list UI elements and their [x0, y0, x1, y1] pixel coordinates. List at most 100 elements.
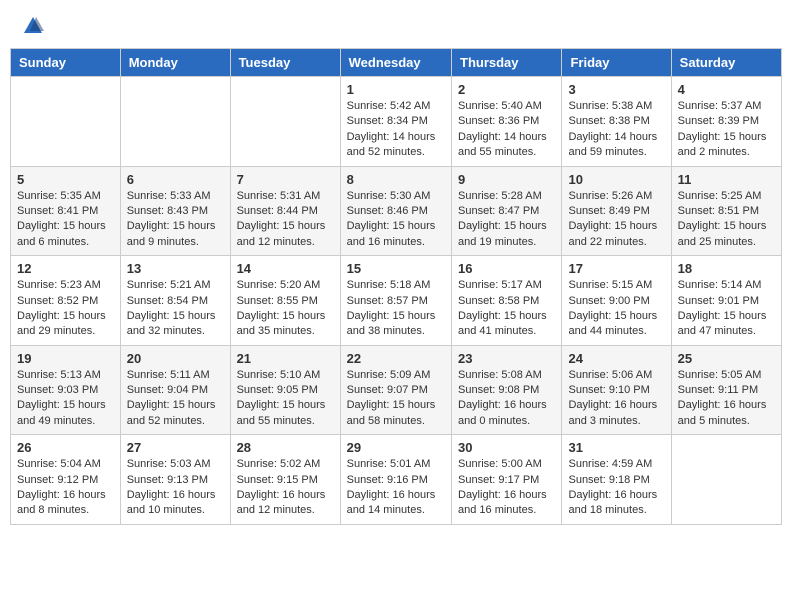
weekday-header-sunday: Sunday [11, 49, 121, 77]
day-number: 3 [568, 82, 664, 97]
day-info: Sunrise: 5:20 AMSunset: 8:55 PMDaylight:… [237, 278, 334, 340]
day-cell: 10 Sunrise: 5:26 AMSunset: 8:49 PMDayligh… [562, 166, 671, 256]
day-number: 25 [678, 351, 775, 366]
day-info: Sunrise: 5:26 AMSunset: 8:49 PMDaylight:… [568, 189, 664, 251]
day-info: Sunrise: 5:05 AMSunset: 9:11 PMDaylight:… [678, 368, 775, 430]
day-number: 28 [237, 440, 334, 455]
day-number: 18 [678, 261, 775, 276]
day-info: Sunrise: 5:11 AMSunset: 9:04 PMDaylight:… [127, 368, 224, 430]
day-number: 19 [17, 351, 114, 366]
day-cell: 27Sunrise: 5:03 AMSunset: 9:13 PMDayligh… [120, 435, 230, 525]
day-info: Sunrise: 5:28 AMSunset: 8:47 PMDaylight:… [458, 189, 555, 251]
day-number: 8 [347, 172, 445, 187]
day-number: 27 [127, 440, 224, 455]
day-cell [230, 77, 340, 167]
logo-icon [22, 15, 44, 37]
day-info: Sunrise: 5:18 AMSunset: 8:57 PMDaylight:… [347, 278, 445, 340]
week-row-3: 12Sunrise: 5:23 AMSunset: 8:52 PMDayligh… [11, 256, 782, 346]
day-number: 23 [458, 351, 555, 366]
day-number: 11 [678, 172, 775, 187]
day-info: Sunrise: 5:06 AMSunset: 9:10 PMDaylight:… [568, 368, 664, 430]
day-info: Sunrise: 5:02 AMSunset: 9:15 PMDaylight:… [237, 457, 334, 519]
day-info: Sunrise: 5:13 AMSunset: 9:03 PMDaylight:… [17, 368, 114, 430]
day-cell: 28 Sunrise: 5:02 AMSunset: 9:15 PMDayligh… [230, 435, 340, 525]
week-row-5: 26 Sunrise: 5:04 AMSunset: 9:12 PMDayligh… [11, 435, 782, 525]
day-cell: 11 Sunrise: 5:25 AMSunset: 8:51 PMDayligh… [671, 166, 781, 256]
page-header [10, 10, 782, 38]
logo [20, 15, 44, 33]
day-number: 14 [237, 261, 334, 276]
weekday-header-tuesday: Tuesday [230, 49, 340, 77]
day-cell: 6 Sunrise: 5:33 AMSunset: 8:43 PMDaylight… [120, 166, 230, 256]
week-row-1: 1 Sunrise: 5:42 AMSunset: 8:34 PMDaylight… [11, 77, 782, 167]
day-info: Sunrise: 5:40 AMSunset: 8:36 PMDaylight:… [458, 99, 555, 161]
day-cell: 26 Sunrise: 5:04 AMSunset: 9:12 PMDayligh… [11, 435, 121, 525]
weekday-header-friday: Friday [562, 49, 671, 77]
day-cell: 15 Sunrise: 5:18 AMSunset: 8:57 PMDayligh… [340, 256, 451, 346]
day-cell: 9 Sunrise: 5:28 AMSunset: 8:47 PMDaylight… [452, 166, 562, 256]
day-number: 31 [568, 440, 664, 455]
day-number: 17 [568, 261, 664, 276]
day-info: Sunrise: 5:21 AMSunset: 8:54 PMDaylight:… [127, 278, 224, 340]
day-cell: 23Sunrise: 5:08 AMSunset: 9:08 PMDayligh… [452, 345, 562, 435]
week-row-4: 19 Sunrise: 5:13 AMSunset: 9:03 PMDayligh… [11, 345, 782, 435]
day-info: Sunrise: 5:37 AMSunset: 8:39 PMDaylight:… [678, 99, 775, 161]
day-cell [11, 77, 121, 167]
weekday-header-wednesday: Wednesday [340, 49, 451, 77]
day-cell: 19 Sunrise: 5:13 AMSunset: 9:03 PMDayligh… [11, 345, 121, 435]
day-info: Sunrise: 5:04 AMSunset: 9:12 PMDaylight:… [17, 457, 114, 519]
day-number: 21 [237, 351, 334, 366]
day-info: Sunrise: 5:10 AMSunset: 9:05 PMDaylight:… [237, 368, 334, 430]
day-cell: 29Sunrise: 5:01 AMSunset: 9:16 PMDayligh… [340, 435, 451, 525]
day-cell: 3 Sunrise: 5:38 AMSunset: 8:38 PMDaylight… [562, 77, 671, 167]
day-cell: 7 Sunrise: 5:31 AMSunset: 8:44 PMDaylight… [230, 166, 340, 256]
day-cell: 30Sunrise: 5:00 AMSunset: 9:17 PMDayligh… [452, 435, 562, 525]
day-number: 6 [127, 172, 224, 187]
day-number: 15 [347, 261, 445, 276]
week-row-2: 5 Sunrise: 5:35 AMSunset: 8:41 PMDaylight… [11, 166, 782, 256]
weekday-header-row: SundayMondayTuesdayWednesdayThursdayFrid… [11, 49, 782, 77]
day-number: 16 [458, 261, 555, 276]
day-info: Sunrise: 5:30 AMSunset: 8:46 PMDaylight:… [347, 189, 445, 251]
day-info: Sunrise: 5:42 AMSunset: 8:34 PMDaylight:… [347, 99, 445, 161]
day-cell [671, 435, 781, 525]
day-cell: 8 Sunrise: 5:30 AMSunset: 8:46 PMDaylight… [340, 166, 451, 256]
day-info: Sunrise: 4:59 AMSunset: 9:18 PMDaylight:… [568, 457, 664, 519]
day-info: Sunrise: 5:38 AMSunset: 8:38 PMDaylight:… [568, 99, 664, 161]
day-number: 24 [568, 351, 664, 366]
day-number: 1 [347, 82, 445, 97]
day-info: Sunrise: 5:35 AMSunset: 8:41 PMDaylight:… [17, 189, 114, 251]
day-info: Sunrise: 5:01 AMSunset: 9:16 PMDaylight:… [347, 457, 445, 519]
day-cell: 16 Sunrise: 5:17 AMSunset: 8:58 PMDayligh… [452, 256, 562, 346]
day-cell: 31 Sunrise: 4:59 AMSunset: 9:18 PMDayligh… [562, 435, 671, 525]
day-number: 5 [17, 172, 114, 187]
day-number: 22 [347, 351, 445, 366]
day-cell: 21 Sunrise: 5:10 AMSunset: 9:05 PMDayligh… [230, 345, 340, 435]
day-cell: 14 Sunrise: 5:20 AMSunset: 8:55 PMDayligh… [230, 256, 340, 346]
day-number: 10 [568, 172, 664, 187]
weekday-header-thursday: Thursday [452, 49, 562, 77]
day-info: Sunrise: 5:31 AMSunset: 8:44 PMDaylight:… [237, 189, 334, 251]
day-cell: 5 Sunrise: 5:35 AMSunset: 8:41 PMDaylight… [11, 166, 121, 256]
day-number: 12 [17, 261, 114, 276]
day-number: 4 [678, 82, 775, 97]
day-info: Sunrise: 5:15 AMSunset: 9:00 PMDaylight:… [568, 278, 664, 340]
day-info: Sunrise: 5:33 AMSunset: 8:43 PMDaylight:… [127, 189, 224, 251]
day-number: 9 [458, 172, 555, 187]
weekday-header-monday: Monday [120, 49, 230, 77]
day-info: Sunrise: 5:17 AMSunset: 8:58 PMDaylight:… [458, 278, 555, 340]
day-cell: 20 Sunrise: 5:11 AMSunset: 9:04 PMDayligh… [120, 345, 230, 435]
day-cell: 2Sunrise: 5:40 AMSunset: 8:36 PMDaylight… [452, 77, 562, 167]
day-info: Sunrise: 5:14 AMSunset: 9:01 PMDaylight:… [678, 278, 775, 340]
day-number: 26 [17, 440, 114, 455]
day-info: Sunrise: 5:09 AMSunset: 9:07 PMDaylight:… [347, 368, 445, 430]
day-cell: 1 Sunrise: 5:42 AMSunset: 8:34 PMDaylight… [340, 77, 451, 167]
day-number: 20 [127, 351, 224, 366]
calendar-table: SundayMondayTuesdayWednesdayThursdayFrid… [10, 48, 782, 525]
day-info: Sunrise: 5:00 AMSunset: 9:17 PMDaylight:… [458, 457, 555, 519]
day-cell: 18 Sunrise: 5:14 AMSunset: 9:01 PMDayligh… [671, 256, 781, 346]
weekday-header-saturday: Saturday [671, 49, 781, 77]
day-info: Sunrise: 5:25 AMSunset: 8:51 PMDaylight:… [678, 189, 775, 251]
day-cell: 12Sunrise: 5:23 AMSunset: 8:52 PMDayligh… [11, 256, 121, 346]
day-number: 7 [237, 172, 334, 187]
